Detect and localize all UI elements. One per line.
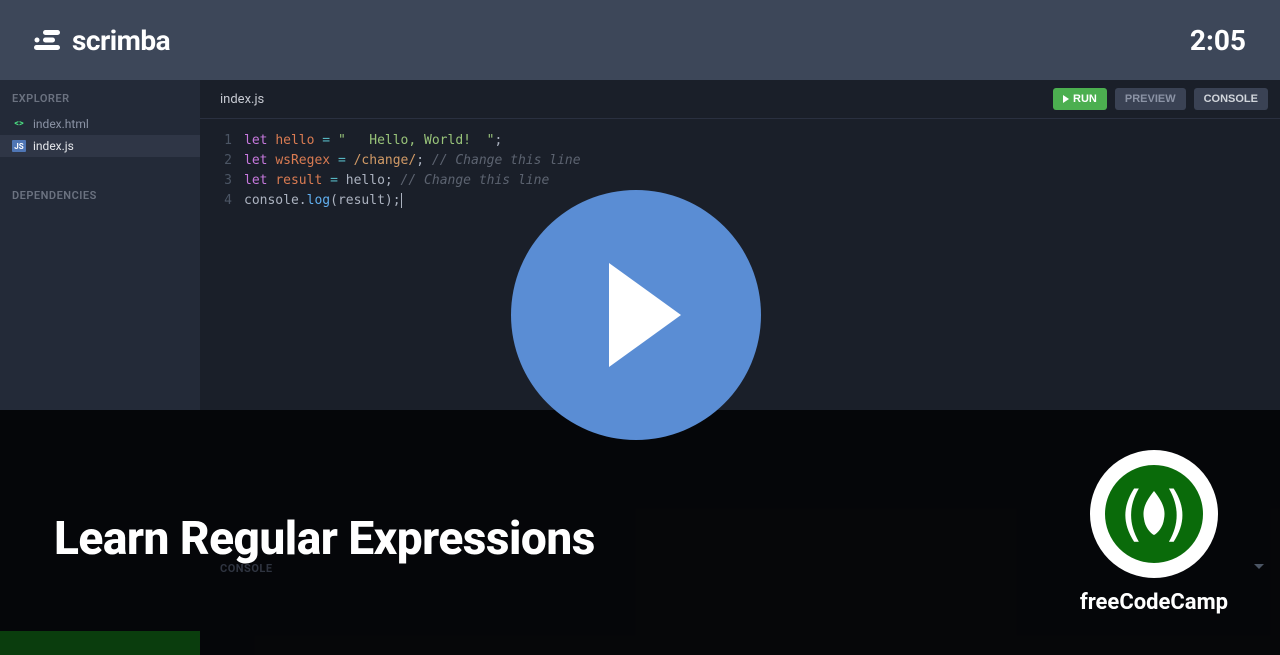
paren-right-icon: ) <box>1159 479 1195 549</box>
header-bar: scrimba 2:05 <box>0 0 1280 80</box>
file-name: index.html <box>33 117 89 131</box>
code-line-4: console.log(result); <box>244 191 1280 211</box>
play-icon <box>1063 95 1069 103</box>
dependencies-header: DEPENDENCIES <box>0 177 200 210</box>
code-editor[interactable]: 1 2 3 4 let hello = " Hello, World! "; l… <box>200 119 1280 223</box>
cursor-icon <box>401 193 402 208</box>
lesson-title: Learn Regular Expressions <box>54 512 595 566</box>
bottom-accent-strip <box>0 631 200 655</box>
file-item-index-html[interactable]: <> index.html <box>0 113 200 135</box>
logo-area: scrimba <box>34 24 170 57</box>
timestamp: 2:05 <box>1190 24 1246 57</box>
js-file-icon: JS <box>12 140 26 152</box>
explorer-header: EXPLORER <box>0 80 200 113</box>
author-avatar: ( ) <box>1090 450 1218 578</box>
tab-actions: RUN PREVIEW CONSOLE <box>1053 88 1268 110</box>
code-line-1: let hello = " Hello, World! "; <box>244 131 1280 151</box>
active-filename: index.js <box>220 92 264 107</box>
file-name: index.js <box>33 139 74 153</box>
code-line-3: let result = hello; // Change this line <box>244 171 1280 191</box>
play-button[interactable] <box>511 190 761 440</box>
paren-left-icon: ( <box>1113 479 1149 549</box>
chevron-down-icon <box>1254 564 1264 569</box>
run-button[interactable]: RUN <box>1053 88 1107 110</box>
preview-button[interactable]: PREVIEW <box>1115 88 1186 110</box>
line-gutter: 1 2 3 4 <box>200 131 244 211</box>
file-item-index-js[interactable]: JS index.js <box>0 135 200 157</box>
scrimba-logo-icon <box>34 30 60 50</box>
sidebar: EXPLORER <> index.html JS index.js DEPEN… <box>0 80 200 410</box>
author-name: freeCodeCamp <box>1080 590 1228 615</box>
editor-tabs: index.js RUN PREVIEW CONSOLE <box>200 80 1280 119</box>
console-button[interactable]: CONSOLE <box>1194 88 1268 110</box>
brand-name: scrimba <box>72 24 170 57</box>
code-line-2: let wsRegex = /change/; // Change this l… <box>244 151 1280 171</box>
play-icon <box>609 263 681 367</box>
code-lines: let hello = " Hello, World! "; let wsReg… <box>244 131 1280 211</box>
html-file-icon: <> <box>12 117 26 131</box>
author-badge: ( ) freeCodeCamp <box>1080 450 1228 615</box>
